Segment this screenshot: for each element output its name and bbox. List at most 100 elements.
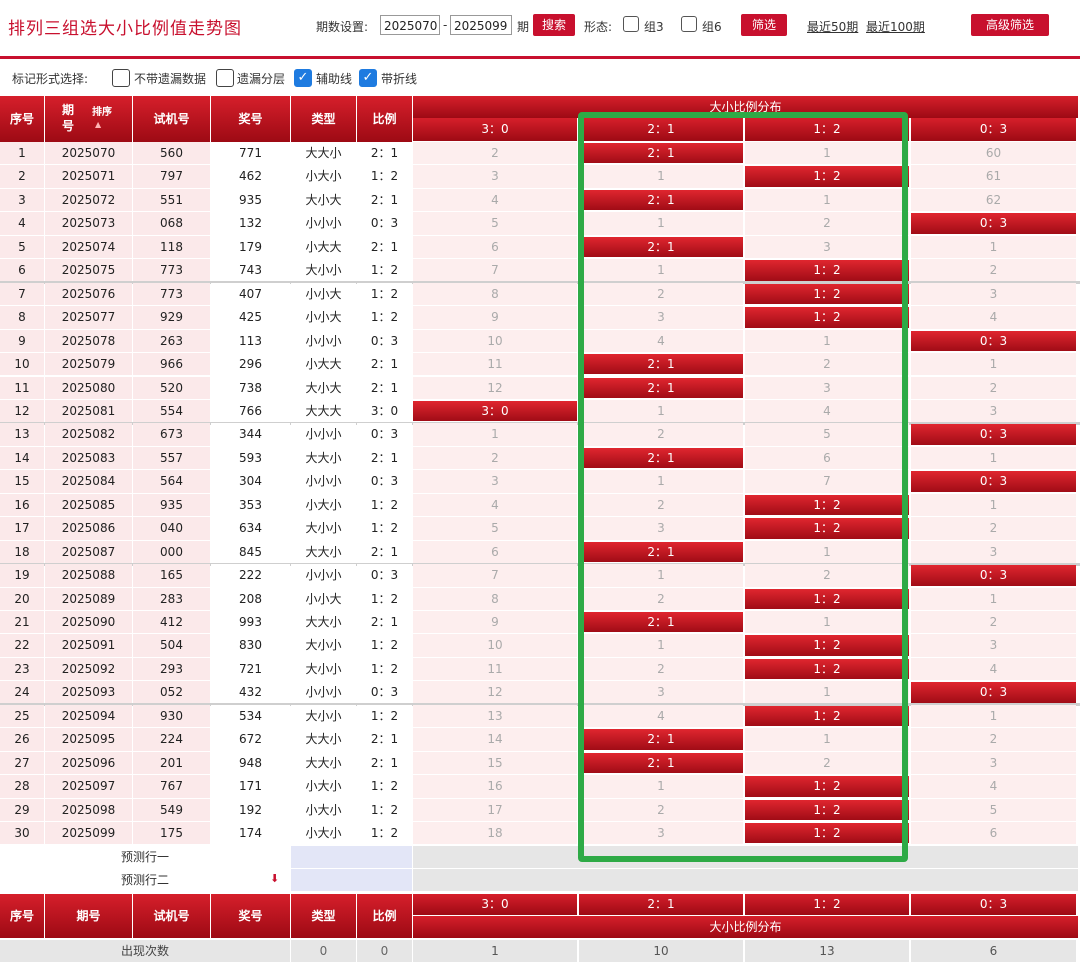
missing-count-cell: 1 (579, 259, 743, 282)
missing-count-cell: 1 (745, 611, 909, 634)
row-ratio: 0：3 (357, 423, 412, 446)
row-period: 2025095 (45, 728, 132, 751)
search-button[interactable]: 搜索 (533, 14, 575, 36)
row-seq: 12 (0, 399, 44, 423)
row-prize: 993 (211, 611, 290, 634)
missing-count-cell: 3 (413, 165, 577, 188)
row-trial: 068 (133, 212, 210, 235)
row-period: 2025074 (45, 235, 132, 259)
missing-layer-checkbox[interactable] (216, 69, 234, 87)
recent-100-link[interactable]: 最近100期 (866, 18, 925, 35)
missing-count-cell: 1 (745, 329, 909, 353)
missing-count-cell: 60 (911, 142, 1076, 165)
row-type: 大大大 (291, 399, 356, 423)
missing-count-cell: 5 (413, 212, 577, 235)
row-period: 2025093 (45, 681, 132, 704)
row-period: 2025083 (45, 446, 132, 470)
missing-count-cell: 1 (413, 423, 577, 446)
missing-count-cell: 2 (911, 728, 1076, 751)
row-seq: 30 (0, 822, 44, 845)
period-end-input[interactable]: 2025099 (450, 15, 512, 35)
expand-arrow-icon[interactable]: ⬇ (270, 872, 279, 885)
top-toolbar: 排列三组选大小比例值走势图 期数设置: 2025070 - 2025099 期 … (0, 0, 1080, 52)
missing-count-cell: 61 (911, 165, 1076, 188)
group3-checkbox[interactable] (623, 16, 639, 32)
aux-line-checkbox[interactable]: ✓ (294, 69, 312, 87)
header-period-label: 期号 (61, 103, 74, 133)
missing-count-cell: 2 (579, 657, 743, 681)
row-prize: 593 (211, 446, 290, 470)
row-seq: 5 (0, 235, 44, 259)
missing-count-cell: 1 (745, 142, 909, 165)
footer-header-trial: 试机号 (133, 893, 210, 938)
row-period: 2025071 (45, 165, 132, 188)
prediction-row-label[interactable]: 预测行一 (0, 845, 290, 868)
group6-checkbox[interactable] (681, 16, 697, 32)
row-ratio: 1：2 (357, 657, 412, 681)
missing-count-cell: 3 (579, 306, 743, 329)
prediction-dist-cell[interactable] (413, 845, 1078, 868)
header-trial: 试机号 (133, 96, 210, 142)
row-seq: 22 (0, 634, 44, 657)
ratio-hit-cell: 1：2 (745, 494, 909, 516)
row-ratio: 1：2 (357, 306, 412, 329)
period-start-input[interactable]: 2025070 (380, 15, 440, 35)
ratio-hit-cell: 1：2 (745, 518, 909, 539)
row-ratio: 2：1 (357, 235, 412, 259)
polyline-label: 带折线 (381, 72, 418, 86)
count-value: 10 (579, 939, 743, 962)
row-prize: 935 (211, 188, 290, 212)
row-trial: 930 (133, 704, 210, 728)
recent-50-link[interactable]: 最近50期 (807, 18, 858, 35)
header-ratio-col: 3：0 (413, 118, 577, 141)
row-seq: 2 (0, 165, 44, 188)
header-seq: 序号 (0, 96, 44, 142)
sort-arrow-icon[interactable]: ▲ (95, 118, 101, 132)
row-period: 2025091 (45, 634, 132, 657)
missing-count-cell: 1 (745, 188, 909, 212)
prediction-input-cell[interactable] (291, 845, 412, 868)
ratio-hit-cell: 2：1 (579, 377, 743, 398)
row-trial: 797 (133, 165, 210, 188)
missing-count-cell: 3 (911, 282, 1076, 306)
missing-count-cell: 2 (413, 142, 577, 165)
row-trial: 283 (133, 587, 210, 610)
missing-count-cell: 1 (911, 235, 1076, 259)
row-prize: 672 (211, 728, 290, 751)
row-trial: 966 (133, 353, 210, 376)
row-ratio: 1：2 (357, 259, 412, 282)
prediction-input-cell[interactable] (291, 868, 412, 891)
row-trial: 935 (133, 493, 210, 517)
prediction-row-label[interactable]: 预测行二 (0, 868, 290, 891)
missing-count-cell: 8 (413, 282, 577, 306)
row-type: 小小小 (291, 423, 356, 446)
row-seq: 1 (0, 142, 44, 165)
advanced-filter-button[interactable]: 高级筛选 (971, 14, 1049, 36)
period-setting-label: 期数设置: (316, 20, 369, 34)
row-prize: 462 (211, 165, 290, 188)
missing-count-cell: 2 (745, 751, 909, 775)
missing-count-cell: 3 (579, 822, 743, 845)
missing-count-cell: 1 (579, 775, 743, 798)
ratio-hit-cell: 1：2 (745, 799, 909, 821)
row-type: 大大小 (291, 728, 356, 751)
row-type: 小大大 (291, 235, 356, 259)
missing-count-cell: 7 (413, 564, 577, 587)
polyline-checkbox[interactable]: ✓ (359, 69, 377, 87)
missing-count-cell: 2 (579, 493, 743, 517)
row-seq: 6 (0, 259, 44, 282)
row-type: 小大小 (291, 822, 356, 845)
ratio-hit-cell: 1：2 (745, 260, 909, 281)
row-ratio: 2：1 (357, 446, 412, 470)
missing-count-cell: 6 (413, 540, 577, 564)
missing-count-cell: 1 (911, 587, 1076, 610)
row-trial: 263 (133, 329, 210, 353)
prediction-dist-cell[interactable] (413, 868, 1078, 891)
row-period: 2025081 (45, 399, 132, 423)
row-prize: 296 (211, 353, 290, 376)
row-ratio: 0：3 (357, 564, 412, 587)
ratio-hit-cell: 1：2 (745, 307, 909, 328)
no-missing-checkbox[interactable] (112, 69, 130, 87)
filter-button[interactable]: 筛选 (741, 14, 787, 36)
row-prize: 174 (211, 822, 290, 845)
